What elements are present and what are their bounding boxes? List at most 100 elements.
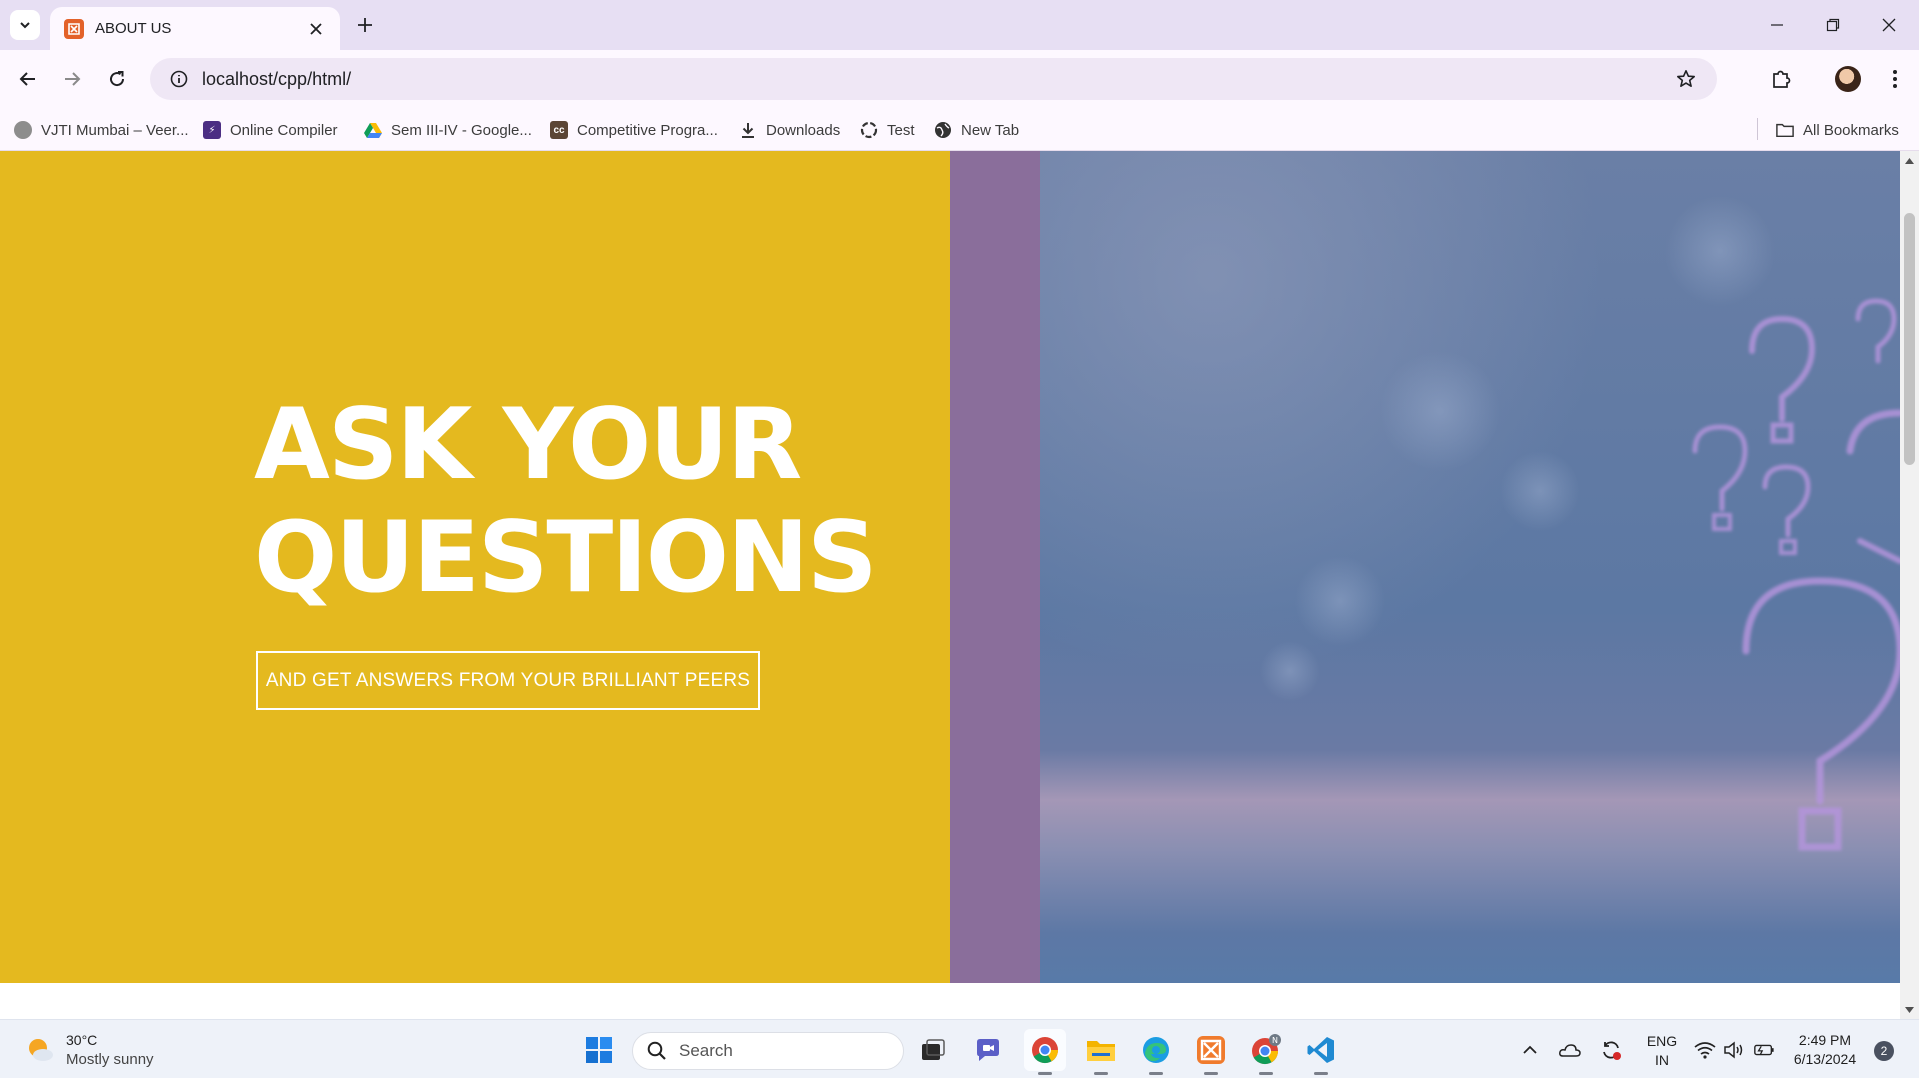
google-drive-icon (364, 121, 382, 139)
bookmark-sem-drive[interactable]: Sem III-IV - Google... (364, 117, 532, 143)
arrow-left-icon (19, 72, 35, 86)
bookmark-label: New Tab (961, 121, 1020, 139)
scroll-thumb[interactable] (1904, 213, 1915, 465)
xampp-favicon-icon (64, 18, 84, 39)
restore-icon (1826, 18, 1840, 32)
puzzle-icon (1773, 70, 1791, 88)
back-button[interactable] (11, 62, 45, 96)
show-hidden-icons-button[interactable] (1519, 1039, 1541, 1061)
reload-button[interactable] (100, 62, 134, 96)
lightning-icon: ⚡ (203, 121, 221, 139)
folder-icon (1087, 1041, 1115, 1061)
xampp-button[interactable] (1190, 1029, 1232, 1075)
forward-button[interactable] (55, 62, 89, 96)
vscode-icon (1307, 1037, 1334, 1063)
clock-time: 2:49 PM (1798, 1032, 1852, 1048)
chrome-profile-2-button[interactable]: N (1245, 1029, 1287, 1075)
active-indicator (1149, 1072, 1163, 1075)
bookmarks-bar: VJTI Mumbai – Veer... ⚡ Online Compiler … (0, 108, 1919, 151)
page-scrollbar[interactable] (1900, 151, 1919, 1019)
avatar (1835, 66, 1861, 92)
active-tab[interactable]: ABOUT US (50, 7, 340, 50)
scroll-down-arrow-icon[interactable] (1904, 1004, 1915, 1015)
bookmark-label: Sem III-IV - Google... (391, 121, 532, 139)
site-info-icon[interactable] (168, 68, 190, 90)
taskbar-search[interactable]: Search (632, 1032, 904, 1070)
hero-cta-button[interactable]: AND GET ANSWERS FROM YOUR BRILLIANT PEER… (256, 651, 760, 710)
language-indicator[interactable]: ENG IN (1644, 1032, 1680, 1070)
new-tab-button[interactable] (352, 12, 378, 38)
all-bookmarks-button[interactable]: All Bookmarks (1776, 117, 1899, 143)
windows-logo-icon (586, 1037, 612, 1063)
active-indicator (1038, 1072, 1052, 1075)
chevron-down-icon (20, 22, 30, 29)
all-bookmarks-label: All Bookmarks (1803, 121, 1899, 139)
bookmark-star-icon[interactable] (1673, 66, 1699, 92)
file-explorer-button[interactable] (1080, 1029, 1122, 1075)
clock[interactable]: 2:49 PM 6/13/2024 (1784, 1031, 1866, 1069)
bookmark-competitive-programming[interactable]: cc Competitive Progra... (550, 117, 718, 143)
minimize-icon (1771, 24, 1783, 26)
chrome-icon (1032, 1037, 1059, 1064)
tab-close-icon[interactable] (306, 19, 326, 39)
tab-search-button[interactable] (10, 10, 40, 40)
bookmark-vjti[interactable]: VJTI Mumbai – Veer... (14, 117, 189, 143)
reload-icon (110, 71, 125, 87)
xampp-icon (1197, 1036, 1225, 1064)
restore-button[interactable] (1808, 8, 1858, 42)
plus-icon (358, 18, 372, 32)
url-text[interactable]: localhost/cpp/html/ (202, 69, 1673, 90)
profile-button[interactable] (1832, 63, 1864, 95)
browser-toolbar: localhost/cpp/html/ (0, 50, 1919, 108)
weather-condition: Mostly sunny (66, 1051, 154, 1068)
hero-panel: ASK YOUR QUESTIONS AND GET ANSWERS FROM … (0, 151, 950, 983)
close-icon (1882, 18, 1896, 32)
vscode-button[interactable] (1300, 1029, 1342, 1075)
battery-icon[interactable] (1753, 1039, 1775, 1061)
search-icon (647, 1041, 666, 1060)
notification-badge[interactable]: 2 (1874, 1041, 1894, 1061)
active-indicator (1259, 1072, 1273, 1075)
language-code: ENG (1646, 1033, 1678, 1049)
question-marks-illustration (1260, 151, 1900, 983)
weather-widget[interactable]: 30°C Mostly sunny (24, 1031, 154, 1069)
bookmark-new-tab[interactable]: New Tab (934, 117, 1019, 143)
scroll-up-arrow-icon[interactable] (1904, 155, 1915, 166)
bookmark-downloads[interactable]: Downloads (739, 117, 840, 143)
folder-icon (1776, 121, 1794, 139)
teams-chat-button[interactable] (967, 1029, 1009, 1071)
region-code: IN (1655, 1052, 1669, 1068)
bookmark-label: Online Compiler (230, 121, 338, 139)
weather-temp: 30°C (66, 1032, 98, 1048)
bookmark-online-compiler[interactable]: ⚡ Online Compiler (203, 117, 338, 143)
hero-title: ASK YOUR QUESTIONS (254, 389, 878, 615)
arrow-right-icon (65, 72, 81, 86)
vjti-logo-icon (14, 121, 32, 139)
kebab-menu-icon (1893, 70, 1897, 88)
extensions-button[interactable] (1765, 63, 1797, 95)
address-bar[interactable]: localhost/cpp/html/ (150, 58, 1717, 100)
download-icon (739, 121, 757, 139)
tab-title: ABOUT US (95, 20, 172, 37)
bookmark-test[interactable]: Test (860, 117, 915, 143)
active-indicator (1094, 1072, 1108, 1075)
start-button[interactable] (578, 1029, 620, 1071)
page-viewport: ASK YOUR QUESTIONS AND GET ANSWERS FROM … (0, 151, 1900, 1019)
menu-button[interactable] (1879, 63, 1911, 95)
windows-taskbar: 30°C Mostly sunny Search N ENG IN 2:49 P… (0, 1019, 1919, 1078)
chrome-profile-1-button[interactable] (1024, 1029, 1066, 1075)
volume-icon[interactable] (1723, 1039, 1745, 1061)
svg-text:N: N (1272, 1036, 1278, 1045)
task-view-button[interactable] (912, 1029, 954, 1071)
edge-button[interactable] (1135, 1029, 1177, 1075)
minimize-button[interactable] (1752, 8, 1802, 42)
onedrive-icon[interactable] (1559, 1039, 1581, 1061)
clock-date: 6/13/2024 (1793, 1051, 1857, 1067)
bookmark-label: Test (887, 121, 915, 139)
chevron-up-icon (1523, 1045, 1537, 1054)
sync-icon[interactable] (1600, 1039, 1622, 1061)
wifi-icon[interactable] (1694, 1039, 1716, 1061)
close-window-button[interactable] (1864, 8, 1914, 42)
task-view-icon (922, 1039, 945, 1060)
hero-accent-strip (950, 151, 1040, 983)
